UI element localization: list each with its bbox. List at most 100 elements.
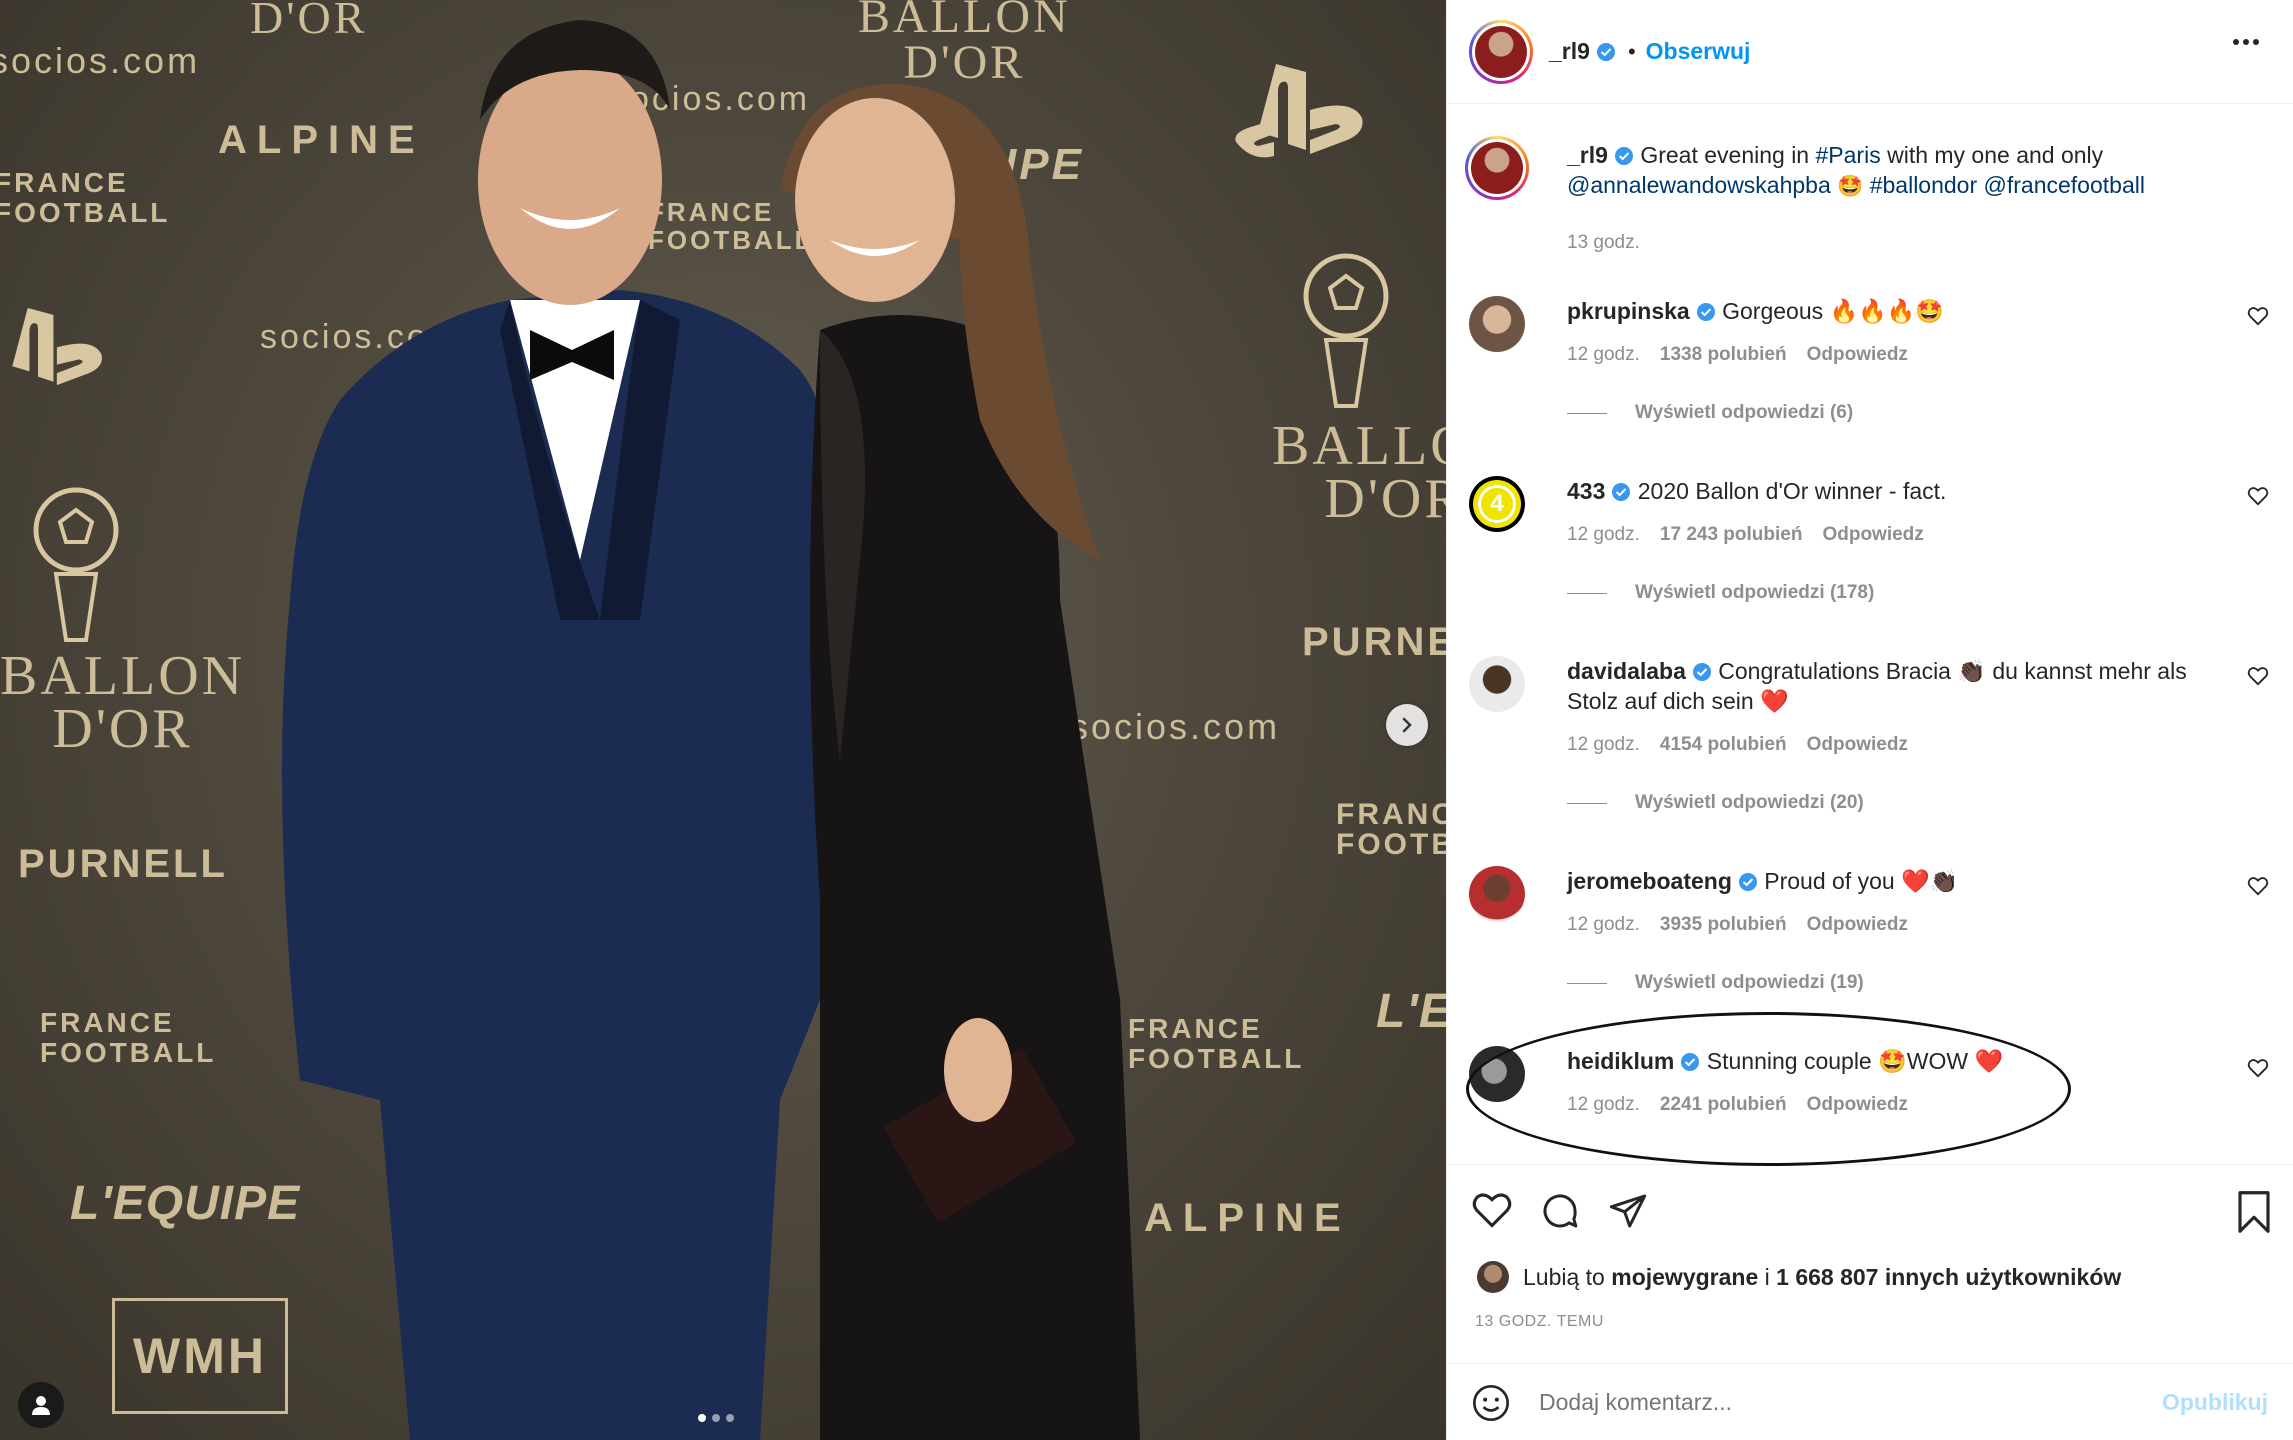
- couple-photo: [282, 20, 1140, 1440]
- view-replies-button[interactable]: Wyświetl odpowiedzi (6): [1635, 402, 1853, 424]
- more-options-icon[interactable]: [2232, 38, 2260, 46]
- verified-icon: [1614, 147, 1633, 165]
- comment-time: 12 godz.: [1567, 1094, 1640, 1115]
- comment-likes[interactable]: 2241 polubień: [1660, 1094, 1787, 1116]
- verified-icon: [1612, 483, 1631, 501]
- author-username[interactable]: _rl9: [1549, 38, 1590, 65]
- post-sidebar: _rl9 • Obserwuj _rl9 Great evening in #P…: [1446, 0, 2293, 1440]
- hashtag-link[interactable]: #Paris: [1816, 142, 1881, 168]
- ballon-dor-trophy: [1303, 253, 1389, 408]
- reply-button[interactable]: Odpowiedz: [1807, 1094, 1908, 1116]
- verified-icon: [1738, 873, 1757, 891]
- avatar: [1477, 1261, 1509, 1293]
- comments-list[interactable]: _rl9 Great evening in #Paris with my one…: [1447, 104, 2293, 1164]
- heart-icon[interactable]: [1471, 1191, 1513, 1229]
- likes-count[interactable]: 1 668 807 innych użytkowników: [1776, 1264, 2121, 1291]
- comment-time: 13 godz.: [1567, 232, 1640, 253]
- avatar[interactable]: [1465, 136, 1529, 200]
- view-replies-button[interactable]: Wyświetl odpowiedzi (19): [1635, 972, 1864, 994]
- share-icon[interactable]: [1607, 1191, 1649, 1231]
- next-photo-button[interactable]: [1386, 704, 1428, 746]
- carousel-dot: [712, 1414, 720, 1422]
- avatar[interactable]: [1469, 866, 1525, 922]
- playstation-logo: [12, 308, 102, 386]
- separator: •: [1627, 38, 1636, 64]
- backdrop-logo: FRANCE FOOTBALL: [1336, 798, 1446, 861]
- comment-likes[interactable]: 17 243 polubień: [1660, 524, 1803, 546]
- user-tag-icon: [32, 1396, 50, 1415]
- backdrop-logo: BALLOND'OR: [1272, 415, 1446, 531]
- post-photo[interactable]: socios.com D'OR ALPINE socios.com socios…: [0, 0, 1446, 1440]
- heart-icon[interactable]: [2247, 666, 2269, 686]
- bookmark-icon[interactable]: [2236, 1191, 2272, 1233]
- reply-button[interactable]: Odpowiedz: [1807, 734, 1908, 756]
- post-header: _rl9 • Obserwuj: [1447, 0, 2293, 104]
- comment-likes[interactable]: 3935 polubień: [1660, 914, 1787, 936]
- backdrop-logo: socios.com: [0, 40, 201, 81]
- comment-username[interactable]: pkrupinska: [1567, 298, 1690, 324]
- comment-likes[interactable]: 1338 polubień: [1660, 344, 1787, 366]
- avatar[interactable]: [1469, 1046, 1525, 1102]
- caption-text: with my one and only: [1887, 142, 2104, 168]
- comment-time: 12 godz.: [1567, 734, 1640, 755]
- carousel-dot: [698, 1414, 706, 1422]
- backdrop-logo: PURNELL: [18, 842, 228, 886]
- view-replies-button[interactable]: Wyświetl odpowiedzi (20): [1635, 792, 1864, 814]
- comment-text: Gorgeous 🔥🔥🔥🤩: [1722, 298, 1945, 324]
- comment-time: 12 godz.: [1567, 524, 1640, 545]
- follow-button[interactable]: Obserwuj: [1646, 38, 1751, 65]
- view-replies-button[interactable]: Wyświetl odpowiedzi (178): [1635, 582, 1874, 604]
- backdrop-logo: L'EQUIPE: [1376, 985, 1446, 1038]
- publish-button[interactable]: Opublikuj: [2162, 1389, 2268, 1416]
- likes-join: i: [1764, 1263, 1770, 1290]
- comment-time: 12 godz.: [1567, 914, 1640, 935]
- caption-text: Great evening in: [1640, 142, 1810, 168]
- carousel-dot: [726, 1414, 734, 1422]
- chevron-right-icon: [1402, 717, 1412, 733]
- mention-link[interactable]: @annalewandowskahpba: [1567, 172, 1831, 198]
- add-comment-bar: Opublikuj: [1447, 1363, 2293, 1440]
- post-actions: Lubią to mojewygrane i 1 668 807 innych …: [1447, 1164, 2293, 1440]
- comment-input[interactable]: [1539, 1389, 2119, 1416]
- comment-likes[interactable]: 4154 polubień: [1660, 734, 1787, 756]
- backdrop-logo: BALLOND'OR: [0, 645, 246, 761]
- heart-icon[interactable]: [2247, 306, 2269, 326]
- comment-username[interactable]: heidiklum: [1567, 1048, 1674, 1074]
- comment-icon[interactable]: [1539, 1191, 1581, 1231]
- reply-button[interactable]: Odpowiedz: [1807, 344, 1908, 366]
- comment-username[interactable]: davidalaba: [1567, 658, 1686, 684]
- comment-text: Proud of you ❤️👏🏿: [1764, 868, 1959, 894]
- author-username[interactable]: _rl9: [1567, 142, 1608, 168]
- avatar[interactable]: [1469, 19, 1533, 84]
- comment-text: 2020 Ballon d'Or winner - fact.: [1637, 478, 1947, 504]
- carousel-indicator: [698, 1414, 734, 1422]
- user-tags-button[interactable]: [18, 1382, 64, 1428]
- comment-username[interactable]: jeromeboateng: [1567, 868, 1732, 894]
- backdrop-logo: PURNELL: [1302, 620, 1446, 664]
- backdrop-logo: FRANCE FOOTBALL: [40, 1007, 217, 1068]
- heart-icon[interactable]: [2247, 876, 2269, 896]
- backdrop-logo: FRANCE FOOTBALL: [0, 167, 171, 228]
- hashtag-link[interactable]: #ballondor: [1870, 172, 1977, 198]
- reply-button[interactable]: Odpowiedz: [1822, 524, 1923, 546]
- likes-summary[interactable]: Lubią to mojewygrane i 1 668 807 innych …: [1477, 1261, 2121, 1293]
- emoji-icon[interactable]: [1471, 1383, 1511, 1423]
- ballon-dor-trophy: [33, 487, 119, 642]
- avatar[interactable]: 4: [1469, 476, 1525, 532]
- likes-prefix: Lubią to: [1523, 1263, 1605, 1290]
- comment-text: Stunning couple 🤩WOW ❤️: [1706, 1048, 2004, 1074]
- mention-link[interactable]: @francefootball: [1984, 172, 2145, 198]
- avatar[interactable]: [1469, 656, 1525, 712]
- heart-icon[interactable]: [2247, 486, 2269, 506]
- verified-icon: [1696, 303, 1715, 321]
- comment-username[interactable]: 433: [1567, 478, 1605, 504]
- reply-button[interactable]: Odpowiedz: [1807, 914, 1908, 936]
- likes-user[interactable]: mojewygrane: [1611, 1264, 1758, 1291]
- caption-emoji: 🤩: [1837, 175, 1864, 198]
- verified-icon: [1681, 1053, 1700, 1071]
- avatar[interactable]: [1469, 296, 1525, 352]
- verified-icon: [1596, 42, 1615, 61]
- verified-icon: [1692, 663, 1711, 681]
- post-timestamp: 13 GODZ. TEMU: [1475, 1313, 1604, 1330]
- heart-icon[interactable]: [2247, 1058, 2269, 1078]
